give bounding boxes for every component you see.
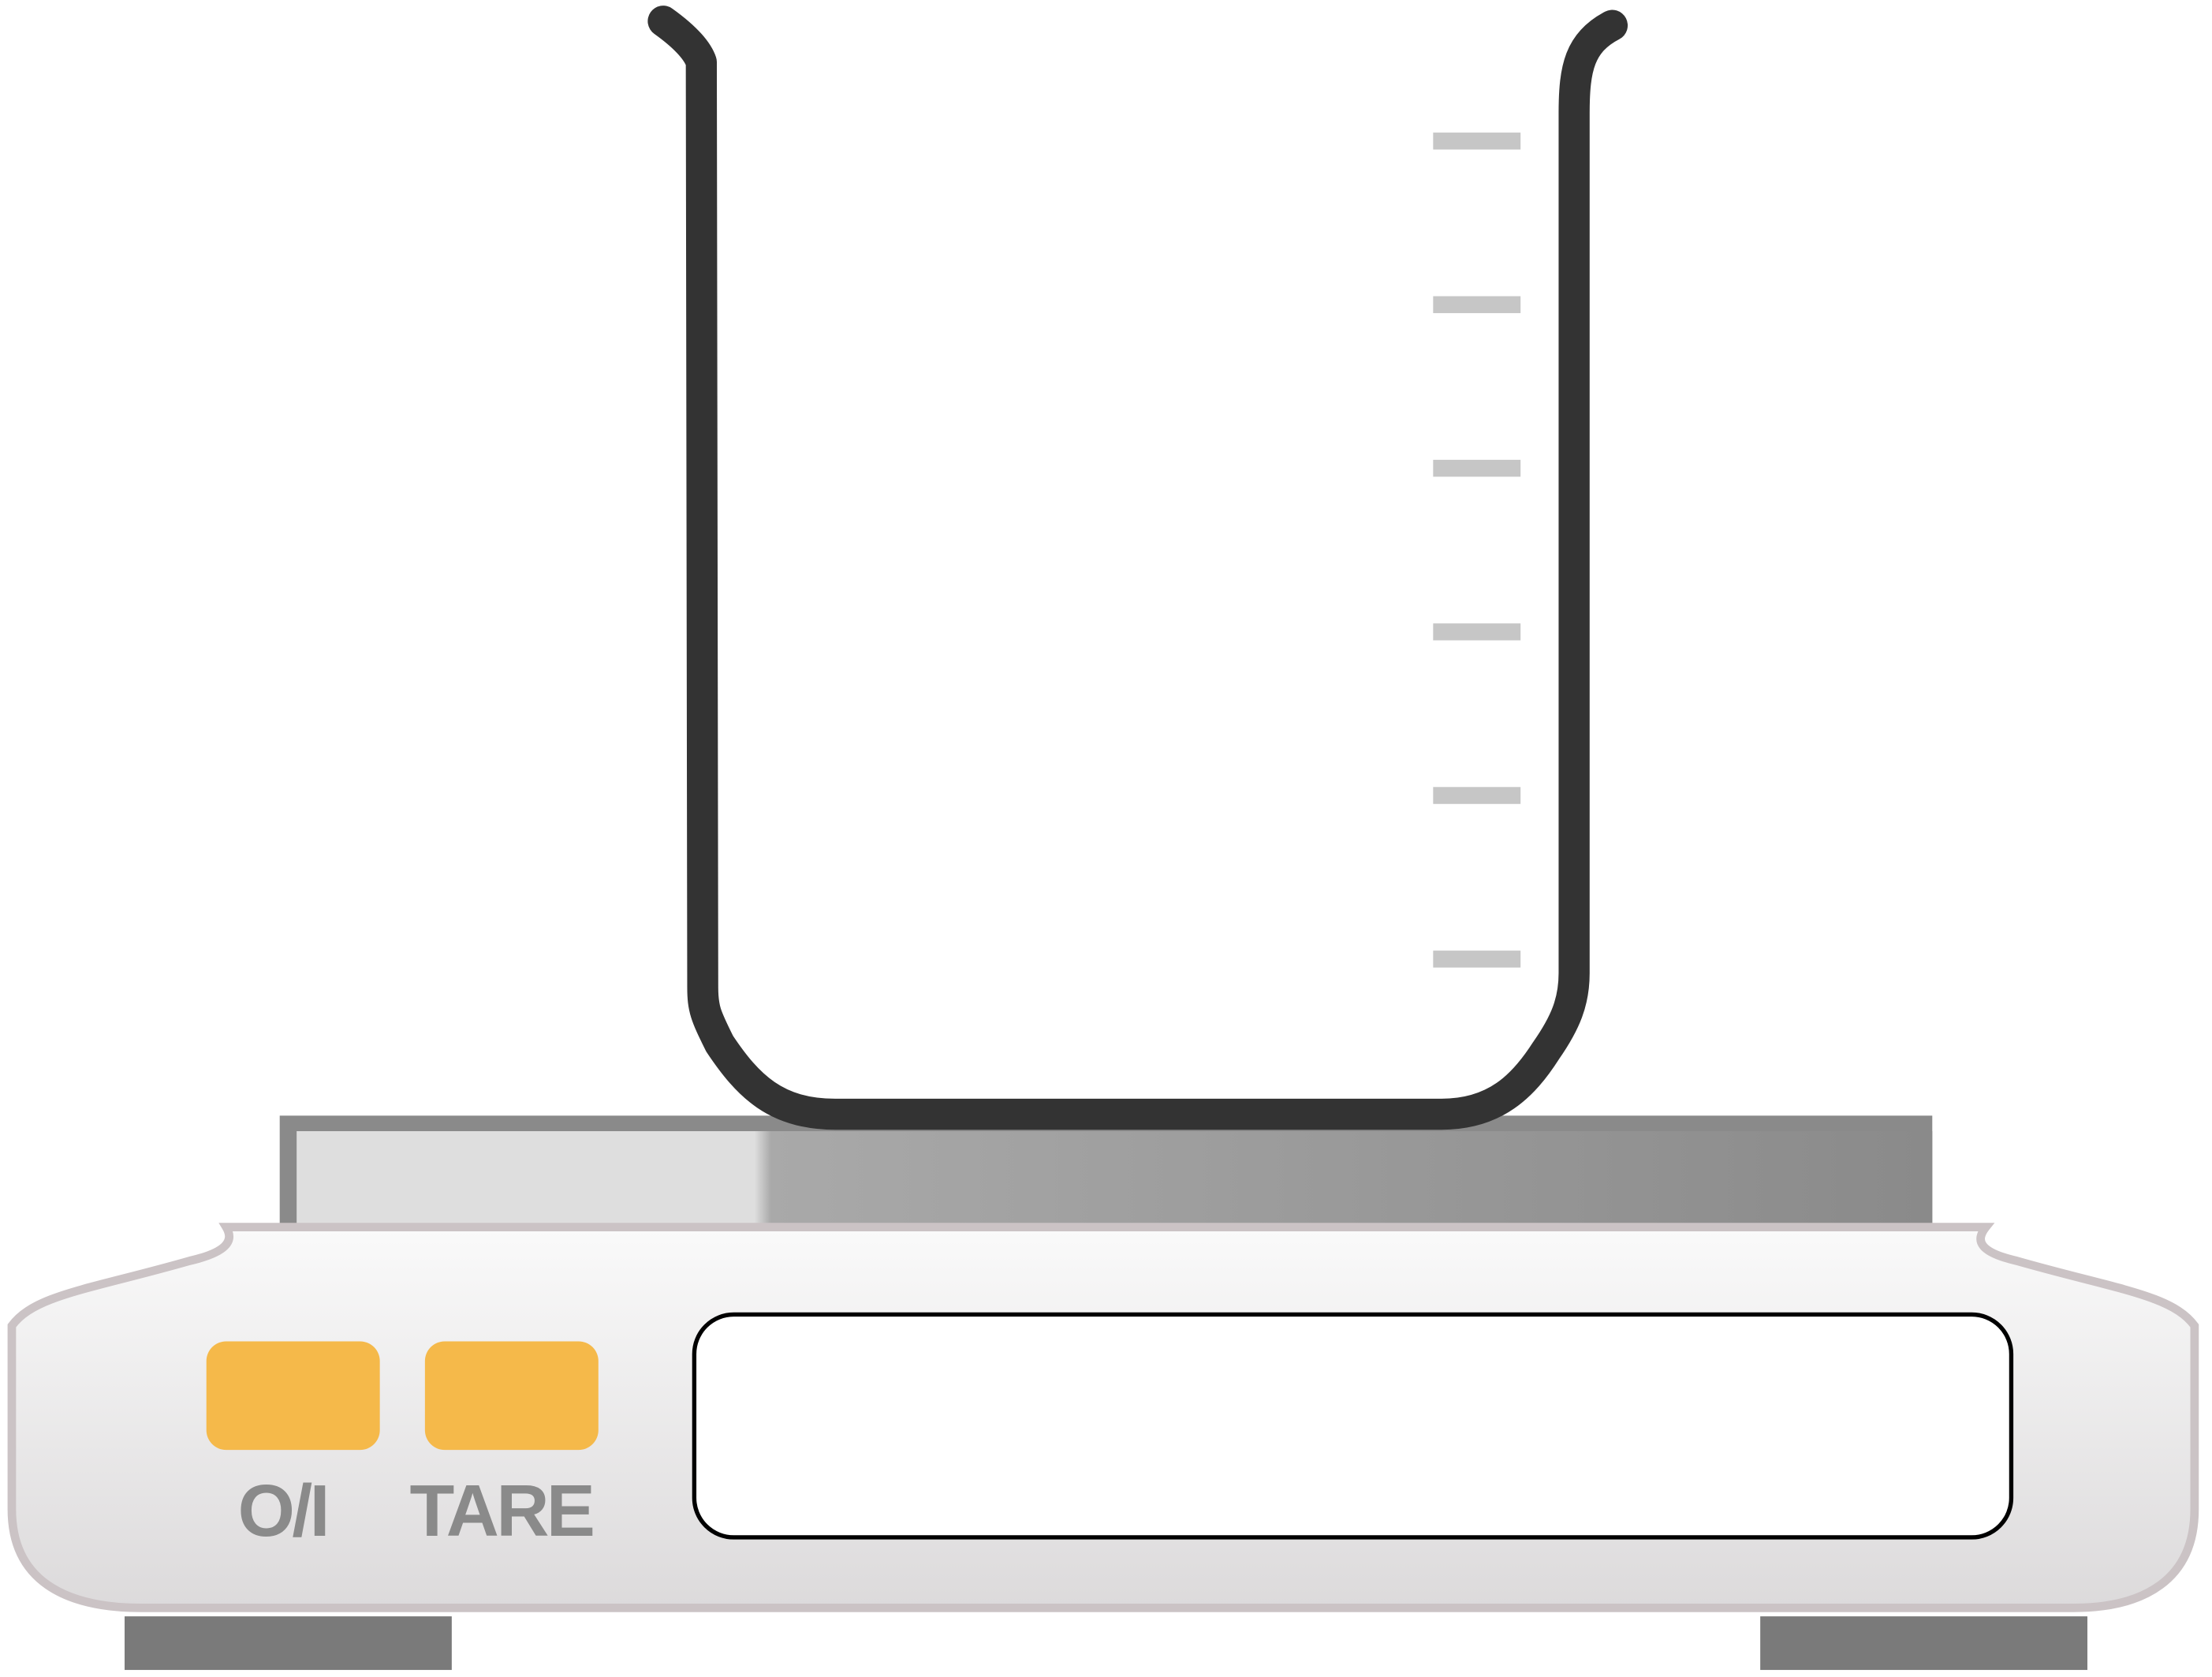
left-foot <box>125 1616 452 1671</box>
graduation-mark <box>1433 296 1521 313</box>
graduation-mark <box>1433 786 1521 805</box>
weighing-platform <box>279 1115 1933 1231</box>
power-button-label: O/I <box>238 1470 327 1552</box>
right-foot <box>1760 1616 2087 1671</box>
graduation-mark <box>1433 459 1521 477</box>
power-button[interactable] <box>206 1341 380 1451</box>
beaker-outline <box>647 6 1628 1130</box>
balance-scene: O/I TARE <box>7 6 2199 1671</box>
graduation-mark <box>1433 951 1521 968</box>
beaker <box>647 6 1628 1130</box>
graduation-mark <box>1433 623 1521 641</box>
tare-button[interactable] <box>424 1341 599 1451</box>
tare-button-label: TARE <box>409 1470 592 1552</box>
graduation-mark <box>1433 133 1521 150</box>
beaker-graduations <box>1433 133 1521 968</box>
weight-display <box>692 1312 2014 1540</box>
